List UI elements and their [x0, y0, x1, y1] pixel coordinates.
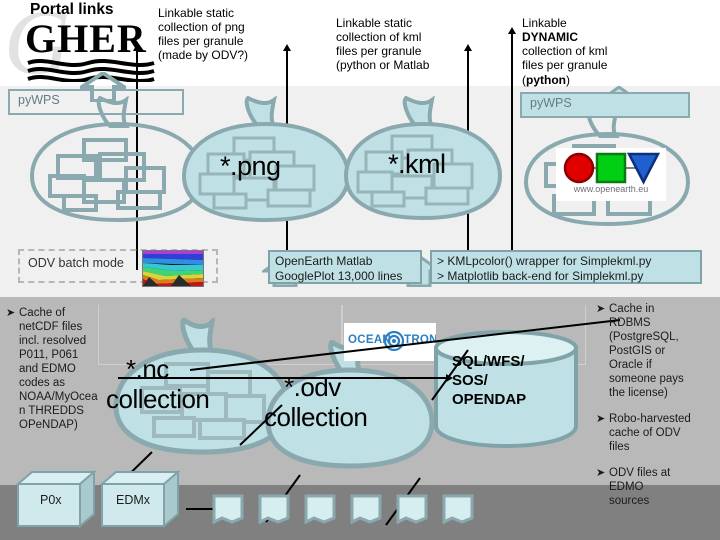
bag-kml-label: *.kml [388, 149, 446, 179]
cube-edmx-label: EDMx [116, 493, 151, 507]
bullet-arrow-icon: ➤ [596, 466, 606, 480]
bullet-arrow-icon: ➤ [6, 306, 16, 319]
openearth-logo: www.openearth.eu [556, 148, 666, 201]
kml-dynamic-annotation: Linkable DYNAMIC collection of kml files… [522, 16, 662, 87]
png-annotation: Linkable static collection of png files … [158, 6, 249, 63]
bullet-text: Robo-harvested cache of ODV files [609, 412, 691, 454]
bullet-arrow-icon: ➤ [596, 302, 606, 315]
bullet-line: NOAA/MyOcea [19, 391, 98, 404]
simplekml-tools-box[interactable]: > KMLpcolor() wrapper for Simplekml.py >… [430, 250, 702, 284]
file-card-2 [258, 494, 290, 524]
bullet-line: P011, P061 [19, 349, 79, 362]
bullet-line: Cache in [609, 303, 655, 315]
bullet-line: someone pays [609, 373, 684, 386]
cube-p0x-label: P0x [40, 493, 62, 507]
pywps-label-left: pyWPS [18, 93, 60, 107]
bag-kml: *.kml [338, 96, 508, 226]
file-card-3 [304, 494, 336, 524]
openearth-shapes-icon [563, 152, 660, 185]
bullet-line: the license) [609, 387, 668, 400]
odv-batch-mode-label: ODV batch mode [28, 256, 124, 270]
bullet-line: files [609, 441, 630, 454]
bullet-text: Cache of netCDF files incl. resolved P011, … [19, 306, 98, 432]
bullet-line: netCDF files [19, 321, 83, 334]
bullet-line: sources [609, 495, 650, 508]
file-card-5 [396, 494, 428, 524]
bullet-line: RDBMS [609, 317, 651, 330]
bullet-line: incl. resolved [19, 335, 87, 348]
pywps-box-left[interactable]: pyWPS [8, 89, 184, 115]
bullet-line: cache of ODV [609, 427, 681, 440]
bullet-line: OPeNDAP) [19, 419, 78, 432]
bullet-item: ➤ Robo-harvested cache of ODV files [596, 412, 716, 454]
pywps-box-right[interactable]: pyWPS [520, 92, 690, 118]
openearth-url: www.openearth.eu [573, 184, 649, 194]
bullet-arrow-icon: ➤ [596, 412, 606, 426]
bullet-line: n THREDDS [19, 405, 84, 418]
gher-wordmark: GHER [25, 16, 147, 61]
openearth-matlab-box[interactable]: OpenEarth Matlab GooglePlot 13,000 lines [268, 250, 422, 284]
right-bullet-list: ➤ Cache in RDBMS (PostgreSQL, PostGIS or Orac… [596, 302, 716, 511]
file-card-6 [442, 494, 474, 524]
ocean-section-thumbnail [142, 250, 204, 287]
kml-static-annotation: Linkable static collection of kml files … [336, 16, 430, 73]
bullet-line: (PostgreSQL, [609, 331, 679, 344]
bag-png-label: *.png [220, 151, 281, 181]
bullet-text: Cache in RDBMS (PostgreSQL, PostGIS or Oracl… [609, 302, 684, 400]
kml-dynamic-python-line: (python) [522, 72, 570, 87]
file-card-4 [350, 494, 382, 524]
bullet-line: EDMO [609, 481, 644, 494]
bullet-line: PostGIS or [609, 345, 666, 358]
bullet-line: ODV files at [609, 467, 671, 480]
bag-png: *.png [176, 96, 356, 226]
bullet-line: Oracle if [609, 359, 652, 372]
bullet-text: ODV files at EDMO sources [609, 466, 670, 508]
slide-canvas: G Portal links GHER Linkable static coll… [0, 0, 720, 540]
file-card-1 [212, 494, 244, 524]
bullet-line: and EDMO [19, 363, 76, 376]
bullet-line: Robo-harvested [609, 413, 691, 426]
bullet-item: ➤ ODV files at EDMO sources [596, 466, 716, 508]
bullet-item: ➤ Cache in RDBMS (PostgreSQL, PostGIS or Orac… [596, 302, 716, 400]
bullet-line: Cache of [19, 307, 66, 319]
bullet-line: codes as [19, 377, 66, 390]
bullet-item: ➤ Cache of netCDF files incl. resolved P011,… [6, 306, 122, 432]
pywps-label-right: pyWPS [530, 96, 572, 110]
left-bullet-list: ➤ Cache of netCDF files incl. resolved P011,… [6, 306, 122, 435]
